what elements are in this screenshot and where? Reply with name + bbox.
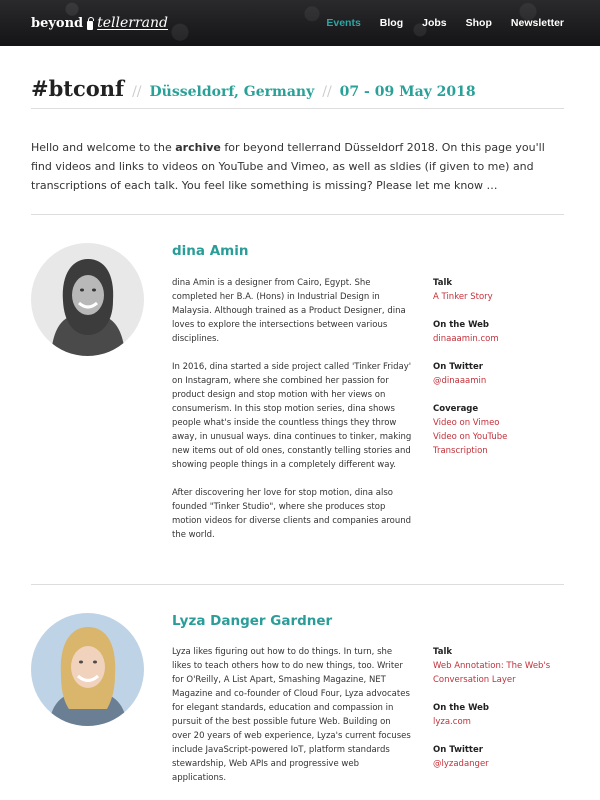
vimeo-video-link[interactable]: Video on Vimeo (433, 416, 563, 430)
title-separator: // (322, 84, 332, 100)
divider (31, 584, 564, 585)
transcription-link[interactable]: Transcription (433, 444, 563, 458)
talk-link[interactable]: Web Annotation: The Web's Conversation L… (433, 659, 563, 687)
talk-link[interactable]: A Tinker Story (433, 290, 563, 304)
speaker-avatar (31, 243, 144, 356)
bio-paragraph: In 2016, dina started a side project cal… (172, 362, 412, 470)
site-header: beyond tellerrand Events Blog Jobs Shop … (0, 0, 600, 46)
intro-bold-word: archive (175, 141, 221, 154)
twitter-link[interactable]: @dinaaamin (433, 374, 563, 388)
talk-label: Talk (433, 278, 453, 288)
twitter-link[interactable]: @lyzadanger (433, 757, 563, 771)
twitter-label: On Twitter (433, 745, 483, 755)
talk-group: Talk Web Annotation: The Web's Conversat… (433, 645, 563, 687)
nav-item-newsletter[interactable]: Newsletter (511, 17, 564, 29)
logo-cup-icon (86, 16, 95, 30)
youtube-video-link[interactable]: Video on YouTube (433, 430, 563, 444)
web-label: On the Web (433, 703, 489, 713)
nav-item-events[interactable]: Events (326, 17, 360, 29)
event-dates: 07 - 09 May 2018 (339, 84, 476, 100)
page-title: #btconf // Düsseldorf, Germany // 07 - 0… (31, 76, 476, 101)
divider (31, 108, 564, 109)
bio-paragraph: After discovering her love for stop moti… (172, 488, 411, 540)
event-hashtag: #btconf (31, 76, 125, 101)
intro-text: Hello and welcome to the archive for bey… (31, 138, 564, 195)
logo-text-tellerrand: tellerrand (97, 15, 169, 31)
event-location: Düsseldorf, Germany (149, 84, 315, 100)
website-link[interactable]: lyza.com (433, 715, 563, 729)
bio-paragraph: dina Amin is a designer from Cairo, Egyp… (172, 278, 406, 344)
speaker-avatar (31, 613, 144, 726)
logo-text-beyond: beyond (31, 15, 84, 31)
web-label: On the Web (433, 320, 489, 330)
web-group: On the Web lyza.com (433, 701, 563, 729)
speaker-meta: Talk A Tinker Story On the Web dinaaamin… (433, 276, 563, 472)
speaker-bio: Lyza likes figuring out how to do things… (172, 645, 412, 799)
speaker-meta: Talk Web Annotation: The Web's Conversat… (433, 645, 563, 785)
speaker-bio: dina Amin is a designer from Cairo, Egyp… (172, 276, 412, 556)
nav-item-jobs[interactable]: Jobs (422, 17, 447, 29)
web-group: On the Web dinaaamin.com (433, 318, 563, 346)
speaker-name[interactable]: Lyza Danger Gardner (172, 613, 332, 629)
bio-paragraph: Lyza likes figuring out how to do things… (172, 647, 411, 783)
coverage-label: Coverage (433, 404, 479, 414)
nav-item-blog[interactable]: Blog (380, 17, 403, 29)
twitter-label: On Twitter (433, 362, 483, 372)
speaker-photo-dina (31, 243, 144, 356)
talk-group: Talk A Tinker Story (433, 276, 563, 304)
divider (31, 214, 564, 215)
speaker-name[interactable]: dina Amin (172, 243, 248, 259)
website-link[interactable]: dinaaamin.com (433, 332, 563, 346)
main-nav: Events Blog Jobs Shop Newsletter (326, 17, 564, 29)
speaker-photo-lyza (31, 613, 144, 726)
coverage-group: Coverage Video on Vimeo Video on YouTube… (433, 402, 563, 458)
nav-item-shop[interactable]: Shop (466, 17, 492, 29)
twitter-group: On Twitter @lyzadanger (433, 743, 563, 771)
title-separator: // (132, 84, 142, 100)
twitter-group: On Twitter @dinaaamin (433, 360, 563, 388)
intro-text-part: Hello and welcome to the (31, 141, 176, 154)
site-logo[interactable]: beyond tellerrand (31, 13, 168, 33)
talk-label: Talk (433, 647, 453, 657)
